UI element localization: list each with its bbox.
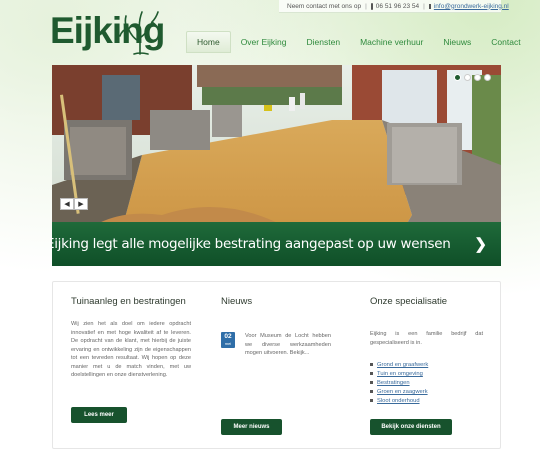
mail-icon <box>428 3 431 9</box>
nav-item-diensten[interactable]: Diensten <box>297 31 351 53</box>
logo[interactable]: Eijking <box>50 8 165 56</box>
bullet-icon <box>370 371 373 375</box>
specialisation-link[interactable]: Groen en zaagwerk <box>377 389 428 395</box>
slider-dot-4[interactable] <box>484 74 491 81</box>
bullet-icon <box>370 380 373 384</box>
bullet-icon <box>370 362 373 366</box>
specialisation-list: Grond en graafwerk Tuin en omgeving Best… <box>370 361 428 406</box>
read-more-button[interactable]: Lees meer <box>71 407 127 423</box>
contact-intro: Neem contact met ons op <box>287 2 362 10</box>
column-text-specialisatie: Eijking is een familie bedrijf dat gespe… <box>370 331 483 346</box>
slider-caption-text: Eijking legt alle mogelijke bestrating a… <box>52 236 451 252</box>
column-text-tuinaanleg: Wij zien het als doel om iedere opdracht… <box>71 321 191 378</box>
slider-dot-3[interactable] <box>474 74 481 81</box>
list-item[interactable]: Bestratingen <box>370 379 428 388</box>
caption-next-icon[interactable]: ❯ <box>474 235 487 253</box>
nav-item-over-eijking[interactable]: Over Eijking <box>231 31 297 53</box>
column-title-specialisatie: Onze specialisatie <box>370 296 448 307</box>
chevron-left-icon: ◀ <box>64 201 70 208</box>
slider-dots <box>454 74 491 81</box>
nav-item-home[interactable]: Home <box>186 31 231 53</box>
slider-caption: Eijking legt alle mogelijke bestrating a… <box>52 222 501 266</box>
slider-prev-button[interactable]: ◀ <box>60 198 74 210</box>
specialisation-link[interactable]: Tuin en omgeving <box>377 371 423 377</box>
slider-dot-1[interactable] <box>454 74 461 81</box>
bullet-icon <box>370 398 373 402</box>
nav-item-machine-verhuur[interactable]: Machine verhuur <box>350 31 433 53</box>
phone-icon <box>370 2 373 10</box>
news-date-badge: 02 mei <box>221 332 235 348</box>
column-title-nieuws: Nieuws <box>221 296 253 307</box>
more-news-button[interactable]: Meer nieuws <box>221 419 282 435</box>
tree-icon <box>119 11 161 55</box>
list-item[interactable]: Sloot onderhoud <box>370 397 428 406</box>
news-date-month: mei <box>224 341 232 346</box>
contact-phone[interactable]: 06 51 96 23 54 <box>376 3 419 10</box>
list-item[interactable]: Tuin en omgeving <box>370 370 428 379</box>
hero-slider[interactable]: ◀ ▶ Eijking legt alle mogelijke bestrati… <box>52 65 501 266</box>
list-item[interactable]: Groen en zaagwerk <box>370 388 428 397</box>
nav-item-nieuws[interactable]: Nieuws <box>433 31 481 53</box>
chevron-right-icon: ▶ <box>78 201 84 208</box>
content-panel: Tuinaanleg en bestratingen Wij zien het … <box>52 281 501 449</box>
nav-item-contact[interactable]: Contact <box>481 31 530 53</box>
slider-dot-2[interactable] <box>464 74 471 81</box>
specialisation-link[interactable]: Sloot onderhoud <box>377 398 420 404</box>
slider-arrows: ◀ ▶ <box>60 198 88 210</box>
contact-bar: Neem contact met ons op | 06 51 96 23 54… <box>279 0 509 13</box>
specialisation-link[interactable]: Grond en graafwerk <box>377 362 428 368</box>
news-item-text[interactable]: Voor Museum de Locht hebben we diverse w… <box>245 332 331 358</box>
news-date-day: 02 <box>224 333 232 340</box>
column-title-tuinaanleg: Tuinaanleg en bestratingen <box>71 296 186 307</box>
contact-email-link[interactable]: info@grondwerk-eijking.nl <box>434 3 509 10</box>
main-nav: Home Over Eijking Diensten Machine verhu… <box>186 31 531 53</box>
specialisation-link[interactable]: Bestratingen <box>377 380 410 386</box>
slider-next-button[interactable]: ▶ <box>74 198 88 210</box>
bullet-icon <box>370 389 373 393</box>
list-item[interactable]: Grond en graafwerk <box>370 361 428 370</box>
view-services-button[interactable]: Bekijk onze diensten <box>370 419 452 435</box>
